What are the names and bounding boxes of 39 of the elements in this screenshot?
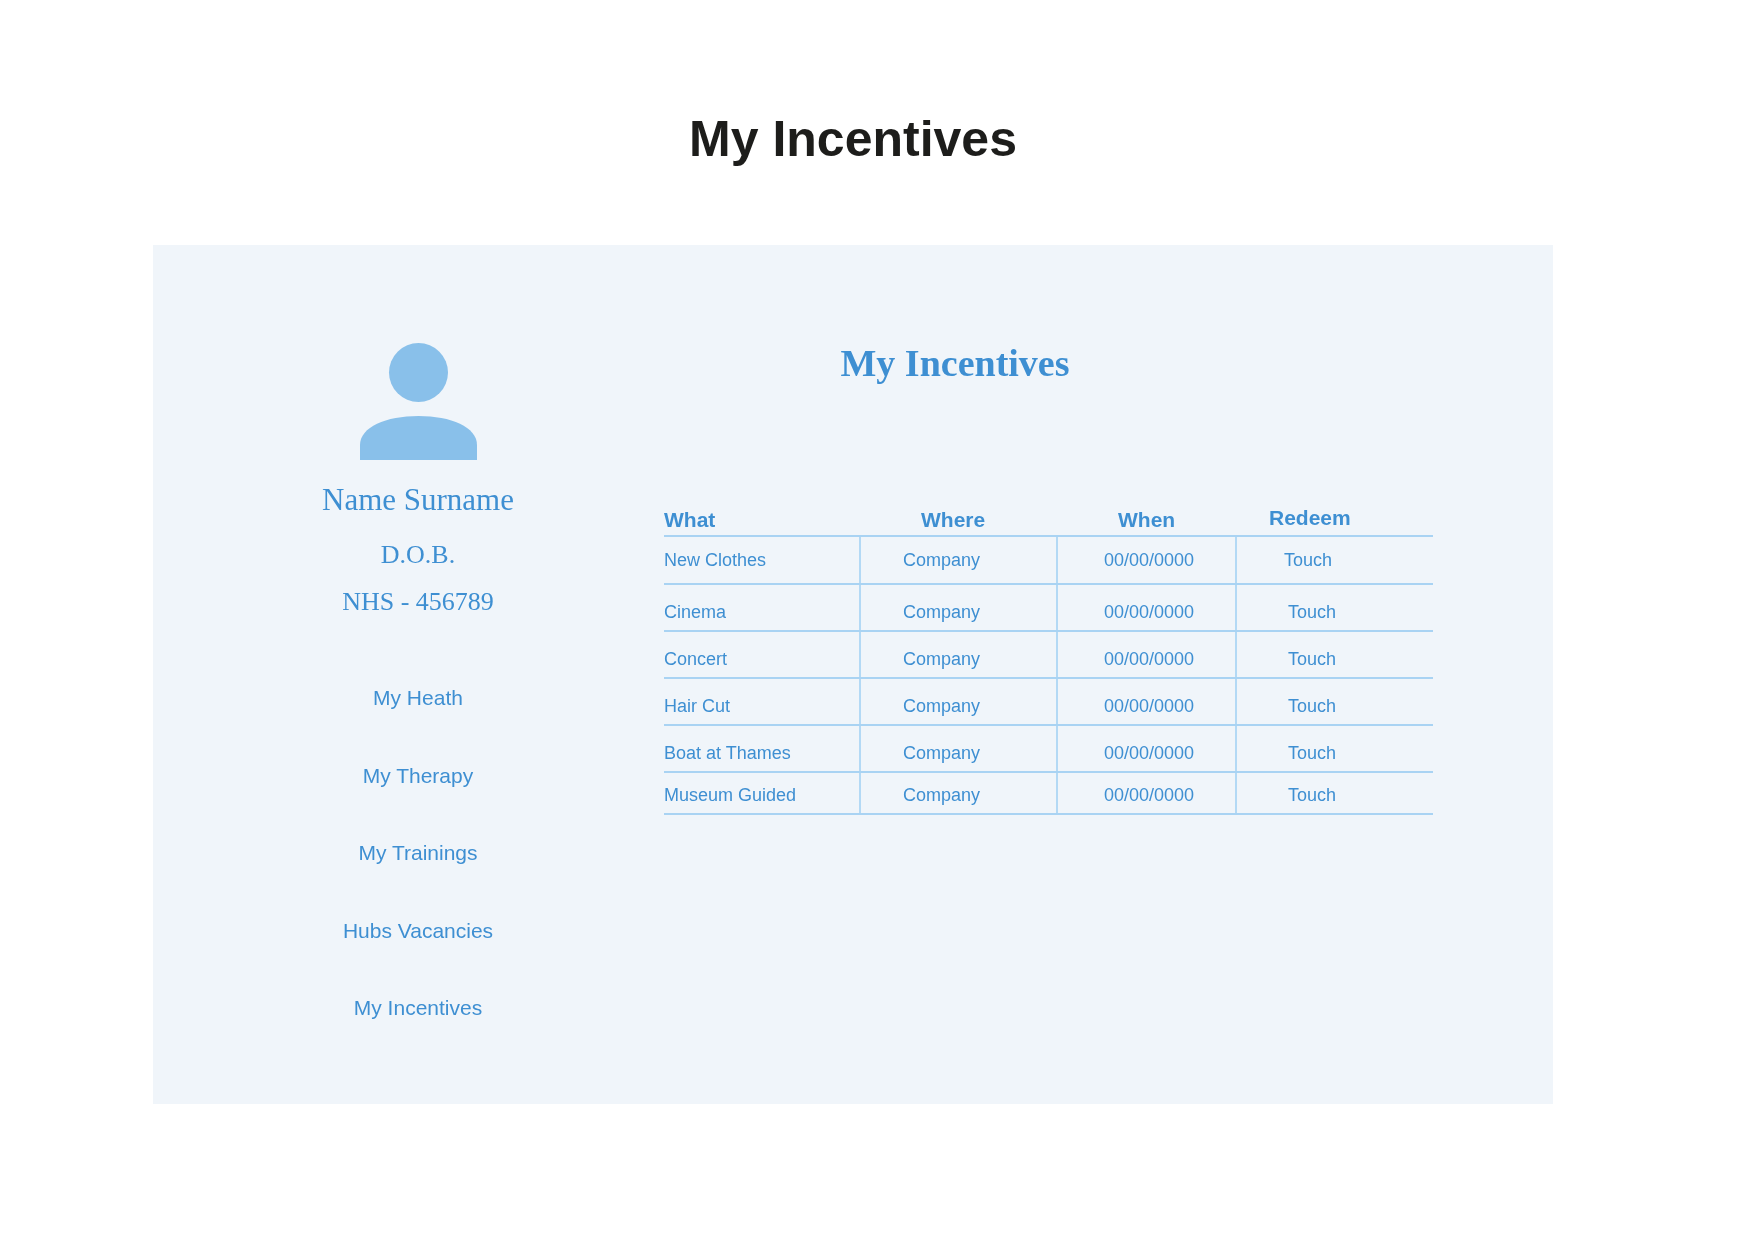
redeem-link[interactable]: Touch [1288, 648, 1337, 669]
nav-link[interactable]: Hubs Vacancies [342, 916, 494, 945]
column-header: Redeem [1269, 506, 1351, 529]
table-cell: 00/00/0000 [1104, 742, 1195, 763]
redeem-link[interactable]: Touch [1288, 742, 1337, 763]
table-cell: 00/00/0000 [1104, 695, 1195, 716]
table-cell: Company [903, 695, 981, 716]
table-cell: 00/00/0000 [1104, 648, 1195, 669]
table-cell: 00/00/0000 [1104, 784, 1195, 805]
nav-link[interactable]: My Incentives [353, 994, 483, 1022]
column-header: Where [921, 508, 986, 531]
table-cell: Hair Cut [664, 695, 730, 716]
column-header: When [1118, 508, 1176, 531]
table-cell: 00/00/0000 [1104, 601, 1195, 622]
nhs-number: NHS - 456789 [342, 586, 494, 618]
table-cell: Boat at Thames [664, 742, 791, 763]
table-cell: Cinema [664, 601, 727, 622]
table-cell: Company [903, 648, 981, 669]
column-header: What [664, 508, 716, 531]
profile-name: Name Surname [322, 482, 514, 518]
table-cell: 00/00/0000 [1104, 550, 1195, 570]
nav-link[interactable]: My Trainings [358, 839, 478, 867]
table-cell: Company [903, 601, 981, 622]
table-cell: Company [903, 742, 981, 763]
date-of-birth: D.O.B. [380, 539, 456, 571]
redeem-link[interactable]: Touch [1284, 550, 1333, 570]
redeem-link[interactable]: Touch [1288, 601, 1337, 622]
table-cell: Museum Guided [664, 784, 797, 805]
section-title: My Incentives [840, 341, 1070, 386]
nav-link[interactable]: My Heath [373, 684, 463, 712]
nav-link[interactable]: My Therapy [362, 761, 474, 790]
table-cell: Company [903, 550, 981, 570]
table-cell: New Clothes [664, 550, 767, 570]
redeem-link[interactable]: Touch [1288, 695, 1337, 716]
page-title: My Incentives [688, 110, 1018, 169]
table-cell: Concert [664, 648, 728, 669]
table-cell: Company [903, 784, 981, 805]
redeem-link[interactable]: Touch [1288, 784, 1337, 805]
avatar-silhouette-icon [359, 343, 477, 460]
